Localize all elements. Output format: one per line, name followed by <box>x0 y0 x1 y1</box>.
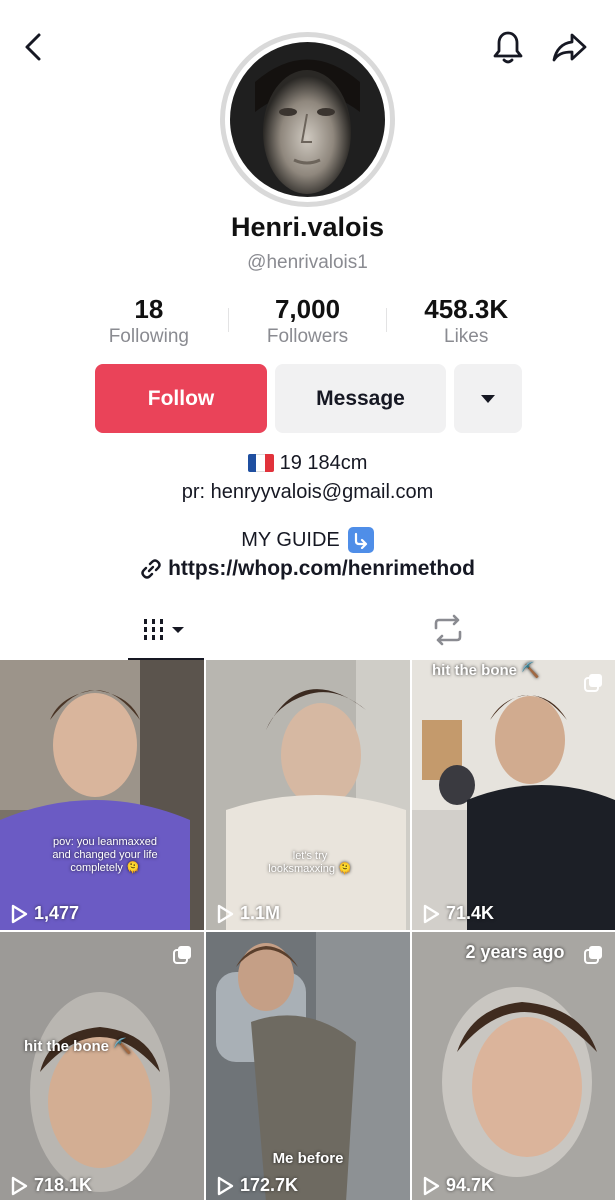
stat-likes-value: 458.3K <box>424 294 509 324</box>
play-icon <box>423 904 440 923</box>
video-views: 1.1M <box>216 903 280 924</box>
link-text: https://whop.com/henrimethod <box>168 557 475 580</box>
stat-likes[interactable]: 458.3K Likes <box>387 294 545 354</box>
video-caption: hit the bone ⛏️ <box>24 1038 132 1055</box>
guide-text: MY GUIDE <box>241 528 340 551</box>
video-views: 71.4K <box>422 903 494 924</box>
bio-guide: MY GUIDE <box>0 527 615 553</box>
play-icon <box>217 904 234 923</box>
play-icon <box>11 1176 28 1195</box>
stat-followers-label: Followers <box>266 326 349 347</box>
stat-following-value: 18 <box>134 294 164 324</box>
grid-bars-icon <box>144 619 184 640</box>
video-thumbnail <box>412 660 615 930</box>
video-views-count: 1,477 <box>34 903 80 923</box>
multi-photo-icon <box>584 946 602 964</box>
play-icon <box>11 904 28 923</box>
bio-email: pr: henryyvalois@gmail.com <box>181 480 434 503</box>
video-views-count: 1.1M <box>240 903 281 923</box>
video-views-count: 94.7K <box>446 1175 495 1195</box>
caret-down-icon <box>481 394 495 403</box>
chevron-left-icon <box>25 33 41 61</box>
share-arrow-icon <box>552 33 587 62</box>
bio-link[interactable]: https://whop.com/henrimethod <box>0 557 615 581</box>
video-views: 718.1K <box>10 1175 92 1196</box>
bio: 19 184cm pr: henryyvalois@gmail.com <box>0 448 615 506</box>
video-views-count: 71.4K <box>446 903 495 923</box>
stat-following[interactable]: 18 Following <box>70 294 228 354</box>
stat-likes-label: Likes <box>444 326 489 347</box>
arrow-down-right-icon <box>347 527 374 553</box>
avatar <box>230 42 385 197</box>
video-thumbnail <box>0 660 204 930</box>
video-thumbnail <box>412 932 615 1200</box>
share-button[interactable] <box>548 25 592 69</box>
video-views: 1,477 <box>10 903 79 924</box>
message-button[interactable]: Message <box>275 364 446 433</box>
stat-following-label: Following <box>108 326 189 347</box>
video-thumbnail <box>206 660 410 930</box>
video-caption: let's try looksmaxxing 🫠 <box>268 850 352 875</box>
video-caption: hit the bone ⛏️ <box>432 662 540 679</box>
username: @henrivalois1 <box>247 252 368 273</box>
more-options-button[interactable] <box>454 364 522 433</box>
profile-actions: Follow Message <box>95 364 522 433</box>
stat-followers[interactable]: 7,000 Followers <box>229 294 387 354</box>
video-views: 172.7K <box>216 1175 298 1196</box>
video-tile[interactable]: hit the bone ⛏️ 71.4K <box>412 660 615 930</box>
video-caption: 2 years ago <box>465 942 565 962</box>
notification-button[interactable] <box>486 25 530 69</box>
back-button[interactable] <box>12 25 56 69</box>
video-caption: Me before <box>272 1150 344 1167</box>
play-icon <box>423 1176 440 1195</box>
video-tile[interactable]: pov: you leanmaxxed and changed your lif… <box>0 660 204 930</box>
repost-icon <box>434 614 462 646</box>
display-name: Henri.valois <box>230 212 385 242</box>
video-tile[interactable]: 2 years ago 94.7K <box>412 932 615 1200</box>
tab-reposts[interactable] <box>410 600 486 660</box>
video-caption: pov: you leanmaxxed and changed your lif… <box>52 836 158 874</box>
multi-photo-icon <box>584 674 602 692</box>
content-tabs <box>0 600 615 660</box>
video-tile[interactable]: hit the bone ⛏️ 718.1K <box>0 932 204 1200</box>
link-icon <box>141 559 161 579</box>
multi-photo-icon <box>173 946 191 964</box>
stat-followers-value: 7,000 <box>274 294 341 324</box>
video-grid: pov: you leanmaxxed and changed your lif… <box>0 660 615 1200</box>
france-flag-icon <box>247 453 274 472</box>
profile-stats: 18 Following 7,000 Followers 458.3K Like… <box>70 294 545 354</box>
play-icon <box>217 1176 234 1195</box>
tab-videos[interactable] <box>128 600 204 660</box>
video-views-count: 172.7K <box>240 1175 299 1195</box>
video-thumbnail <box>0 932 204 1200</box>
bell-icon <box>493 31 523 64</box>
video-views-count: 718.1K <box>34 1175 93 1195</box>
bio-line-1: 19 184cm <box>0 448 615 477</box>
video-tile[interactable]: let's try looksmaxxing 🫠 1.1M <box>206 660 410 930</box>
video-views: 94.7K <box>422 1175 494 1196</box>
avatar-ring[interactable] <box>220 32 395 207</box>
video-tile[interactable]: Me before 172.7K <box>206 932 410 1200</box>
bio-height-text: 19 184cm <box>279 451 368 474</box>
follow-button[interactable]: Follow <box>95 364 267 433</box>
